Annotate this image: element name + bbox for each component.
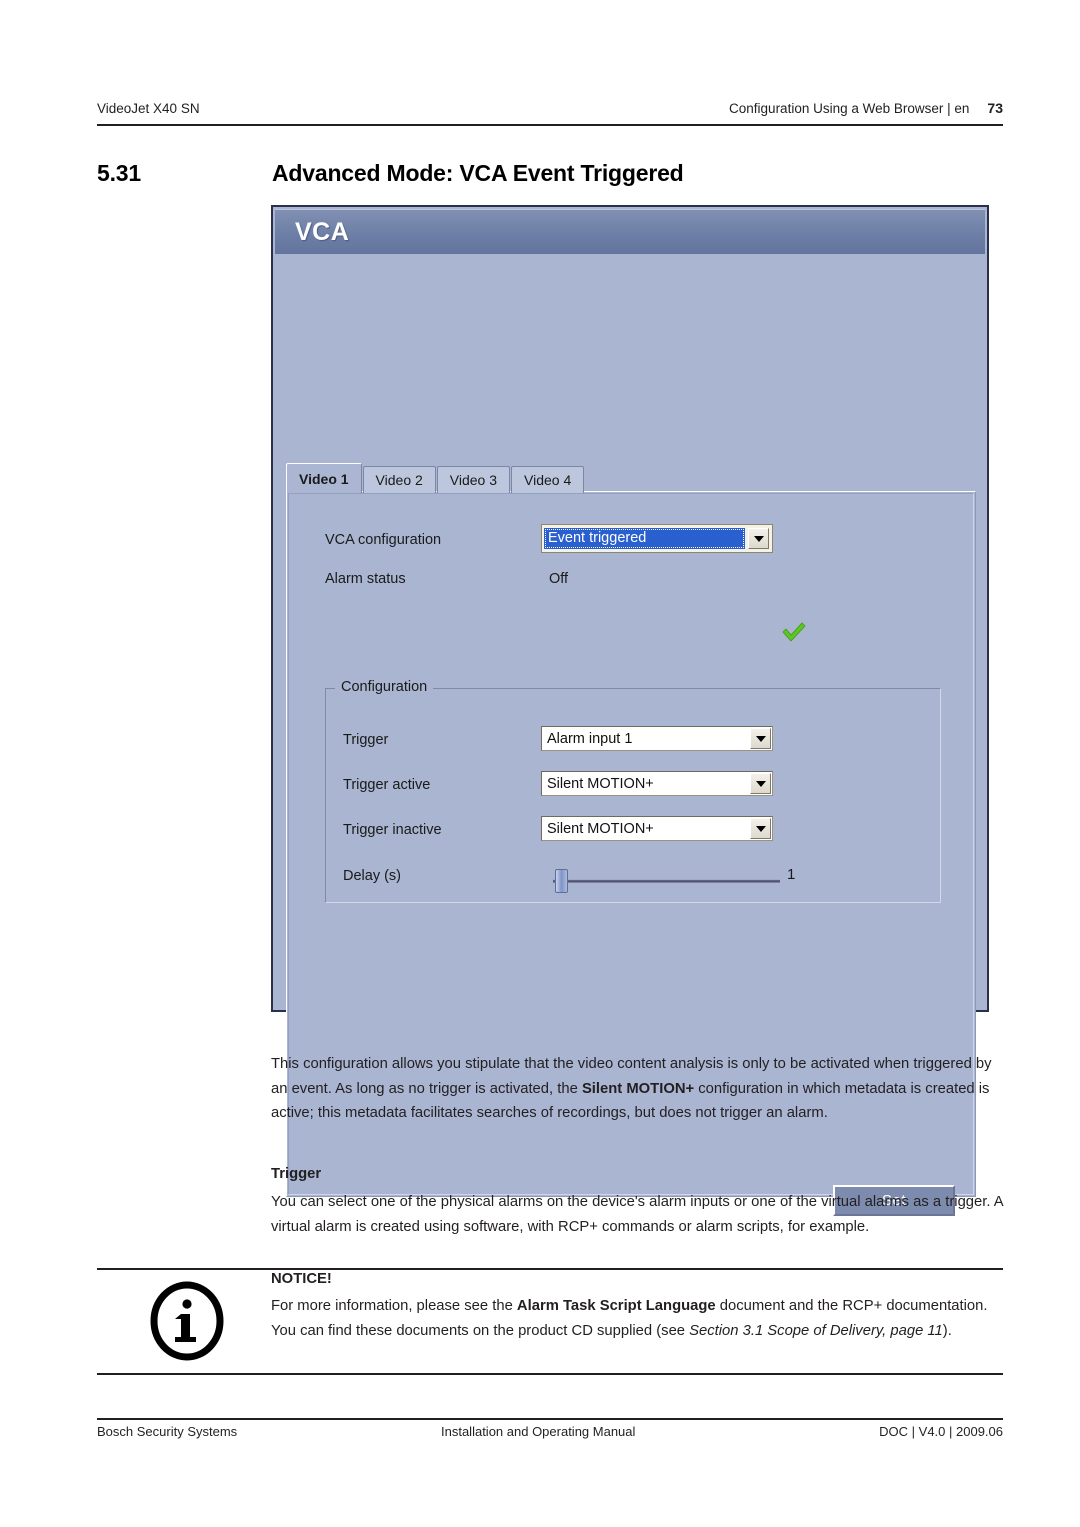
chevron-down-icon[interactable] [750, 818, 771, 839]
trigger-inactive-select[interactable]: Silent MOTION+ [541, 816, 773, 841]
trigger-select[interactable]: Alarm input 1 [541, 726, 773, 751]
tab-video-3[interactable]: Video 3 [436, 466, 511, 493]
delay-label: Delay (s) [343, 868, 402, 884]
trigger-label: Trigger [343, 732, 389, 748]
notice-bottom-divider [97, 1373, 1003, 1375]
notice-top-divider [97, 1268, 1003, 1270]
delay-value: 1 [787, 866, 796, 883]
footer-divider [97, 1418, 1003, 1420]
header-product-name: VideoJet X40 SN [97, 101, 200, 116]
delay-slider-thumb[interactable] [555, 869, 568, 893]
video-tab-bar: Video 1 Video 2 Video 3 Video 4 [286, 463, 585, 493]
delay-slider[interactable] [553, 869, 780, 893]
vca-window-title: VCA [295, 218, 350, 246]
vca-configuration-select-value: Event triggered [544, 528, 745, 549]
footer-doc-version: DOC | V4.0 | 2009.06 [879, 1424, 1003, 1439]
trigger-paragraph: You can select one of the physical alarm… [271, 1194, 1003, 1235]
trigger-inactive-select-value: Silent MOTION+ [547, 820, 654, 837]
vca-title-bar: VCA [275, 209, 985, 254]
trigger-inactive-label: Trigger inactive [343, 822, 442, 838]
tab-video-1[interactable]: Video 1 [286, 463, 362, 493]
tab-video-1-label: Video 1 [299, 470, 349, 487]
chevron-down-icon[interactable] [750, 773, 771, 794]
chevron-down-icon[interactable] [750, 728, 771, 749]
trigger-select-value: Alarm input 1 [547, 730, 633, 747]
notice-body-part3: ). [942, 1322, 952, 1339]
header-page-number: 73 [987, 100, 1003, 116]
tab-video-3-label: Video 3 [449, 472, 498, 488]
tab-video-4[interactable]: Video 4 [511, 466, 585, 493]
page-title: Advanced Mode: VCA Event Triggered [272, 160, 684, 186]
header-right-group: Configuration Using a Web Browser | en 7… [729, 100, 1003, 116]
notice-body: For more information, please see the Ala… [271, 1294, 1003, 1343]
info-icon [148, 1280, 226, 1362]
vca-screenshot-panel: VCA Video 1 Video 2 Video 3 Video 4 VCA … [271, 205, 989, 1216]
trigger-active-select[interactable]: Silent MOTION+ [541, 771, 773, 796]
header-chapter-title: Configuration Using a Web Browser | en [729, 101, 970, 116]
notice-body-part1: For more information, please see the [271, 1298, 517, 1314]
tab-video-4-label: Video 4 [524, 472, 572, 488]
vca-configuration-select[interactable]: Event triggered [541, 524, 773, 553]
notice-body-cross-reference: Section 3.1 Scope of Delivery, page 11 [689, 1322, 943, 1339]
intro-paragraph-bold-term: Silent MOTION+ [581, 1080, 695, 1097]
trigger-active-label: Trigger active [343, 777, 431, 793]
trigger-subheading: Trigger [271, 1166, 322, 1182]
notice-body-bold-term: Alarm Task Script Language [516, 1298, 716, 1314]
page-footer: Bosch Security Systems Installation and … [97, 1424, 1003, 1439]
trigger-active-select-value: Silent MOTION+ [547, 775, 654, 792]
header-divider [97, 124, 1003, 126]
alarm-status-label: Alarm status [325, 571, 406, 587]
page-header: VideoJet X40 SN Configuration Using a We… [97, 100, 1003, 116]
tab-video-2[interactable]: Video 2 [362, 466, 436, 493]
alarm-status-value: Off [549, 571, 569, 587]
configuration-fieldset-legend: Configuration [335, 679, 434, 695]
footer-company: Bosch Security Systems [97, 1424, 238, 1439]
section-number: 5.31 [97, 160, 141, 186]
intro-paragraph: This configuration allows you stipulate … [271, 1052, 1003, 1126]
checkmark-icon [781, 620, 807, 644]
delay-slider-track[interactable] [553, 879, 780, 883]
tab-video-2-label: Video 2 [375, 472, 423, 488]
notice-title: NOTICE! [271, 1271, 332, 1287]
footer-document-title: Installation and Operating Manual [441, 1424, 636, 1439]
chevron-down-icon[interactable] [748, 528, 769, 549]
vca-configuration-label: VCA configuration [325, 532, 442, 548]
